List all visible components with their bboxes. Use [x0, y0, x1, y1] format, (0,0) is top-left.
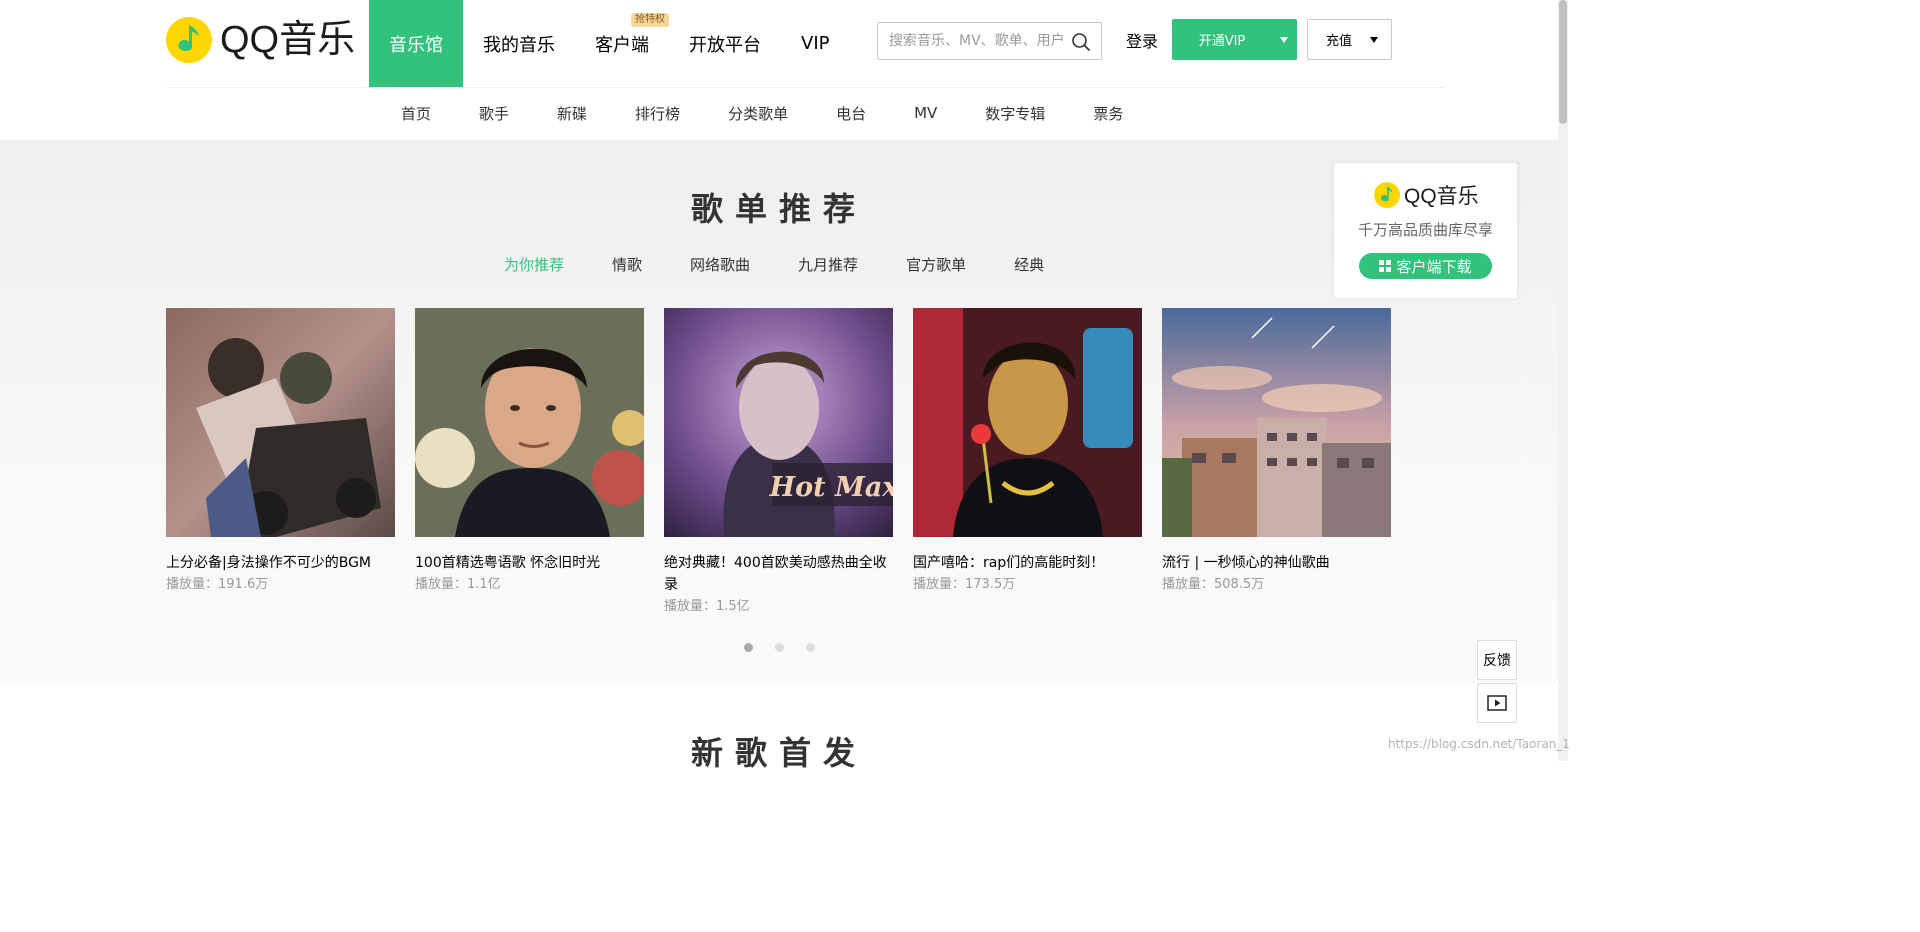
client-download-promo: QQ音乐 千万高品质曲库尽享 客户端下载 [1334, 163, 1517, 298]
carousel-pagination [744, 643, 837, 652]
promo-logo-text: QQ音乐 [1404, 185, 1479, 208]
promo-logo: QQ音乐 [1374, 180, 1479, 210]
sub-nav-mv[interactable]: MV [890, 104, 961, 122]
nav-label: 开放平台 [689, 34, 761, 56]
sub-nav-digital-albums[interactable]: 数字专辑 [961, 103, 1069, 124]
tab-for-you[interactable]: 为你推荐 [480, 254, 588, 275]
play-count: 播放量：1.5亿 [664, 599, 750, 614]
client-download-label: 客户端下载 [1396, 257, 1472, 276]
nav-client[interactable]: 客户端 抢特权 [575, 0, 669, 87]
nav-label: VIP [801, 33, 830, 54]
caret-down-icon[interactable] [1280, 36, 1288, 43]
search-box [877, 22, 1102, 60]
playlist-title[interactable]: 国产嘻哈：rap们的高能时刻！ [913, 552, 1142, 574]
search-icon[interactable] [1071, 32, 1091, 52]
playlist-recommend-section: 歌单推荐 为你推荐 情歌 网络歌曲 九月推荐 官方歌单 经典 上分必备|身法操作… [0, 140, 1558, 683]
caret-down-icon[interactable] [1370, 36, 1378, 43]
nav-music-hall[interactable]: 音乐馆 [369, 0, 463, 87]
playlist-title[interactable]: 100首精选粤语歌 怀念旧时光 [415, 552, 644, 574]
open-vip-label: 开通VIP [1198, 34, 1246, 49]
qq-music-logo-icon [1374, 182, 1400, 208]
tab-classic[interactable]: 经典 [990, 254, 1068, 275]
play-count: 播放量：173.5万 [913, 577, 1016, 592]
section-title: 歌单推荐 [690, 190, 867, 228]
sub-nav-tickets[interactable]: 票务 [1069, 103, 1147, 124]
sub-nav: 首页 歌手 新碟 排行榜 分类歌单 电台 MV 数字专辑 票务 [377, 88, 1147, 138]
sub-nav-new-albums[interactable]: 新碟 [533, 103, 611, 124]
playlist-card: 100首精选粤语歌 怀念旧时光 播放量：1.1亿 [415, 308, 644, 618]
carousel-dot[interactable] [806, 643, 815, 652]
sub-nav-singers[interactable]: 歌手 [455, 103, 533, 124]
play-icon [1487, 695, 1507, 711]
playlist-cover[interactable] [415, 308, 644, 537]
logo-text: QQ音乐 [220, 19, 356, 61]
client-download-button[interactable]: 客户端下载 [1359, 253, 1492, 279]
privilege-badge: 抢特权 [631, 13, 669, 27]
logo[interactable]: QQ音乐 [166, 16, 355, 64]
sub-nav-radio[interactable]: 电台 [812, 103, 890, 124]
recharge-label: 充值 [1325, 34, 1352, 49]
carousel-dot[interactable] [775, 643, 784, 652]
nav-my-music[interactable]: 我的音乐 [463, 0, 575, 87]
windows-icon [1379, 260, 1392, 272]
nav-label: 客户端 [595, 34, 649, 56]
playlist-tabs: 为你推荐 情歌 网络歌曲 九月推荐 官方歌单 经典 [480, 254, 1068, 275]
playlist-card: 国产嘻哈：rap们的高能时刻！ 播放量：173.5万 [913, 308, 1142, 618]
play-count: 播放量：508.5万 [1162, 577, 1265, 592]
tab-september[interactable]: 九月推荐 [774, 254, 882, 275]
scrollbar-thumb[interactable] [1559, 0, 1567, 124]
playlist-title[interactable]: 绝对典藏！400首欧美动感热曲全收录 [664, 552, 893, 596]
nav-open-platform[interactable]: 开放平台 [669, 0, 781, 87]
new-songs-title: 新歌首发 [690, 734, 867, 772]
open-vip-button[interactable]: 开通VIP [1172, 19, 1297, 60]
feedback-button[interactable]: 反馈 [1477, 640, 1517, 680]
sub-nav-category-playlists[interactable]: 分类歌单 [704, 103, 812, 124]
recharge-button[interactable]: 充值 [1307, 19, 1392, 60]
playlist-card: Hot Max 绝对典藏！400首欧美动感热曲全收录 播放量：1.5亿 [664, 308, 893, 618]
playlist-card: 上分必备|身法操作不可少的BGM 播放量：191.6万 [166, 308, 395, 618]
playlist-cover[interactable]: Hot Max [664, 308, 893, 537]
scrollbar[interactable] [1558, 0, 1568, 761]
cover-text: Hot Max [769, 472, 893, 503]
play-count: 播放量：191.6万 [166, 577, 269, 592]
playlist-title[interactable]: 流行 | 一秒倾心的神仙歌曲 [1162, 552, 1391, 574]
watermark: https://blog.csdn.net/Taoran_1 [1388, 737, 1570, 751]
sub-nav-charts[interactable]: 排行榜 [611, 103, 704, 124]
promo-tagline: 千万高品质曲库尽享 [1357, 221, 1493, 239]
header: QQ音乐 音乐馆 我的音乐 客户端 抢特权 开放平台 VIP 登录 开通VIP … [0, 0, 1568, 140]
play-count: 播放量：1.1亿 [415, 577, 501, 592]
playlist-cards: 上分必备|身法操作不可少的BGM 播放量：191.6万 100首精选粤语歌 怀念… [166, 308, 1411, 618]
login-link[interactable]: 登录 [1126, 28, 1158, 52]
nav-label: 音乐馆 [389, 34, 443, 56]
playlist-cover[interactable] [166, 308, 395, 537]
tab-official[interactable]: 官方歌单 [882, 254, 990, 275]
sub-nav-home[interactable]: 首页 [377, 103, 455, 124]
nav-vip[interactable]: VIP [781, 0, 849, 87]
playlist-title[interactable]: 上分必备|身法操作不可少的BGM [166, 552, 395, 574]
player-button[interactable] [1477, 683, 1517, 723]
playlist-card: 流行 | 一秒倾心的神仙歌曲 播放量：508.5万 [1162, 308, 1391, 618]
main-nav: 音乐馆 我的音乐 客户端 抢特权 开放平台 VIP [369, 0, 849, 87]
search-input[interactable] [878, 23, 1068, 59]
tab-internet-songs[interactable]: 网络歌曲 [666, 254, 774, 275]
qq-music-logo-icon [166, 17, 212, 63]
playlist-cover[interactable] [913, 308, 1142, 537]
carousel-dot[interactable] [744, 643, 753, 652]
tab-love-songs[interactable]: 情歌 [588, 254, 666, 275]
playlist-cover[interactable] [1162, 308, 1391, 537]
nav-label: 我的音乐 [483, 34, 555, 56]
